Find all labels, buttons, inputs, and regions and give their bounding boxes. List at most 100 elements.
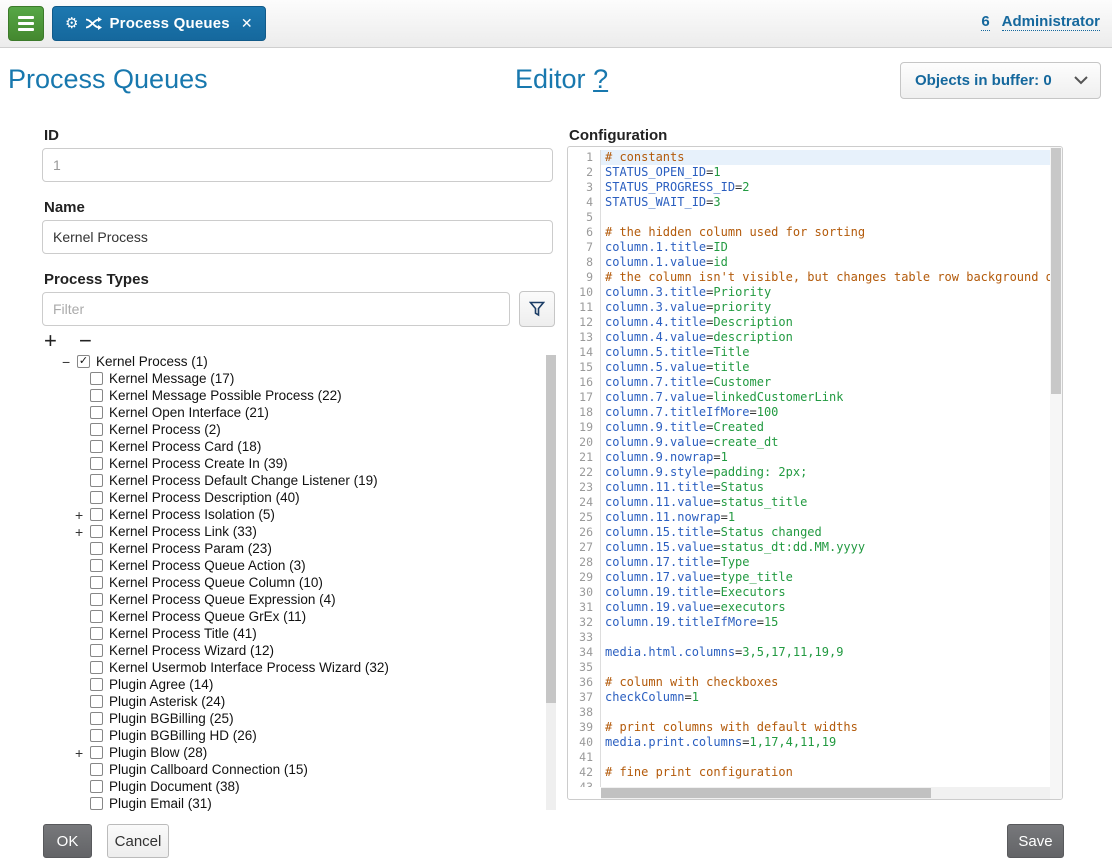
tree-item[interactable]: Kernel Process Description (40): [42, 489, 554, 506]
tree-item-checkbox[interactable]: [90, 797, 103, 810]
tree-item-checkbox[interactable]: [90, 457, 103, 470]
tab-close-icon[interactable]: ✕: [241, 15, 253, 32]
tree-item-checkbox[interactable]: [90, 508, 103, 521]
expand-icon[interactable]: +: [75, 745, 90, 761]
tree-item[interactable]: Kernel Process Param (23): [42, 540, 554, 557]
tree-item-label[interactable]: Kernel Process Create In (39): [109, 456, 288, 471]
tree-item-label[interactable]: Kernel Process (2): [109, 422, 221, 437]
code-line[interactable]: 24column.11.value=status_title: [568, 495, 1050, 510]
filter-button[interactable]: [519, 291, 555, 327]
tree-item-label[interactable]: Kernel Process Isolation (5): [109, 507, 275, 522]
user-link[interactable]: Administrator: [1002, 13, 1100, 31]
tree-item-checkbox[interactable]: [90, 406, 103, 419]
tree-item[interactable]: Plugin BGBilling (25): [42, 710, 554, 727]
tree-item[interactable]: Kernel Process Create In (39): [42, 455, 554, 472]
tree-item[interactable]: +Plugin Blow (28): [42, 744, 554, 761]
tree-item[interactable]: Kernel Process (2): [42, 421, 554, 438]
expand-all-button[interactable]: +: [44, 328, 57, 353]
tree-item[interactable]: Kernel Process Queue Column (10): [42, 574, 554, 591]
tree-item-checkbox[interactable]: [90, 423, 103, 436]
tree-item-label[interactable]: Plugin Email (31): [109, 796, 212, 811]
tree-item[interactable]: Kernel Usermob Interface Process Wizard …: [42, 659, 554, 676]
code-line[interactable]: 17column.7.value=linkedCustomerLink: [568, 390, 1050, 405]
tree-item[interactable]: Kernel Process Queue Action (3): [42, 557, 554, 574]
tree-item-checkbox[interactable]: [90, 661, 103, 674]
code-line[interactable]: 23column.11.title=Status: [568, 480, 1050, 495]
tree-item-label[interactable]: Kernel Process Queue Action (3): [109, 558, 306, 573]
configuration-code-editor[interactable]: 1# constants2STATUS_OPEN_ID=13STATUS_PRO…: [567, 146, 1063, 800]
tree-item[interactable]: Kernel Process Wizard (12): [42, 642, 554, 659]
code-line[interactable]: 36# column with checkboxes: [568, 675, 1050, 690]
notification-count-link[interactable]: 6: [981, 13, 989, 31]
tree-item-checkbox[interactable]: [90, 763, 103, 776]
tree-item-label[interactable]: Plugin BGBilling (25): [109, 711, 234, 726]
tree-item-label[interactable]: Kernel Process Title (41): [109, 626, 257, 641]
code-line[interactable]: 25column.11.nowrap=1: [568, 510, 1050, 525]
tree-item[interactable]: Kernel Process Title (41): [42, 625, 554, 642]
code-line[interactable]: 14column.5.title=Title: [568, 345, 1050, 360]
expand-icon[interactable]: +: [75, 507, 90, 523]
expand-icon[interactable]: +: [75, 524, 90, 540]
tree-item[interactable]: Kernel Process Queue Expression (4): [42, 591, 554, 608]
tree-item-label[interactable]: Kernel Process (1): [96, 354, 208, 369]
tree-item-checkbox[interactable]: [90, 627, 103, 640]
tree-item-checkbox[interactable]: [90, 542, 103, 555]
code-line[interactable]: 43: [568, 780, 1050, 787]
tree-item-label[interactable]: Kernel Process Param (23): [109, 541, 272, 556]
tree-item-label[interactable]: Kernel Process Default Change Listener (…: [109, 473, 378, 488]
tree-item[interactable]: Plugin Callboard Connection (15): [42, 761, 554, 778]
tree-item[interactable]: +Kernel Process Link (33): [42, 523, 554, 540]
tree-item[interactable]: Kernel Process Default Change Listener (…: [42, 472, 554, 489]
tree-item-checkbox[interactable]: [90, 678, 103, 691]
code-line[interactable]: 1# constants: [568, 150, 1050, 165]
tree-item-checkbox[interactable]: [90, 712, 103, 725]
code-line[interactable]: 11column.3.value=priority: [568, 300, 1050, 315]
save-button[interactable]: Save: [1007, 824, 1064, 858]
tree-item[interactable]: Plugin Email (31): [42, 795, 554, 812]
tree-item[interactable]: Plugin Document (38): [42, 778, 554, 795]
tree-item-label[interactable]: Kernel Message Possible Process (22): [109, 388, 342, 403]
code-line[interactable]: 13column.4.value=description: [568, 330, 1050, 345]
code-line[interactable]: 35: [568, 660, 1050, 675]
tree-item-label[interactable]: Plugin Document (38): [109, 779, 240, 794]
tree-item-label[interactable]: Kernel Message (17): [109, 371, 234, 386]
tree-item[interactable]: Kernel Process Queue GrEx (11): [42, 608, 554, 625]
tree-item-checkbox[interactable]: [90, 644, 103, 657]
tree-item-checkbox[interactable]: [90, 440, 103, 453]
tree-item-checkbox[interactable]: [90, 491, 103, 504]
code-line[interactable]: 26column.15.title=Status changed: [568, 525, 1050, 540]
tree-item[interactable]: Kernel Process Card (18): [42, 438, 554, 455]
code-line[interactable]: 19column.9.title=Created: [568, 420, 1050, 435]
tree-item-checkbox[interactable]: [90, 695, 103, 708]
tree-item-label[interactable]: Kernel Usermob Interface Process Wizard …: [109, 660, 389, 675]
code-line[interactable]: 2STATUS_OPEN_ID=1: [568, 165, 1050, 180]
code-line[interactable]: 28column.17.title=Type: [568, 555, 1050, 570]
code-line[interactable]: 5: [568, 210, 1050, 225]
code-line[interactable]: 9# the column isn't visible, but changes…: [568, 270, 1050, 285]
tree-item[interactable]: Plugin BGBilling HD (26): [42, 727, 554, 744]
tree-item[interactable]: −✓ Kernel Process (1): [42, 353, 554, 370]
collapse-all-button[interactable]: −: [79, 328, 92, 353]
cancel-button[interactable]: Cancel: [107, 824, 169, 858]
tree-item-checkbox[interactable]: ✓: [77, 355, 90, 368]
code-line[interactable]: 18column.7.titleIfMore=100: [568, 405, 1050, 420]
code-line[interactable]: 10column.3.title=Priority: [568, 285, 1050, 300]
tree-item-checkbox[interactable]: [90, 610, 103, 623]
tree-item-label[interactable]: Kernel Process Wizard (12): [109, 643, 274, 658]
hamburger-menu-button[interactable]: [8, 6, 44, 41]
editor-vertical-scrollbar[interactable]: [1050, 147, 1062, 799]
tree-item[interactable]: Plugin Asterisk (24): [42, 693, 554, 710]
ok-button[interactable]: OK: [43, 824, 92, 858]
tree-item-checkbox[interactable]: [90, 559, 103, 572]
tree-scrollbar[interactable]: [546, 355, 556, 810]
code-line[interactable]: 30column.19.title=Executors: [568, 585, 1050, 600]
code-line[interactable]: 38: [568, 705, 1050, 720]
code-line[interactable]: 39# print columns with default widths: [568, 720, 1050, 735]
tree-item-label[interactable]: Kernel Process Queue Expression (4): [109, 592, 336, 607]
code-line[interactable]: 29column.17.value=type_title: [568, 570, 1050, 585]
tree-item-checkbox[interactable]: [90, 593, 103, 606]
code-line[interactable]: 27column.15.value=status_dt:dd.MM.yyyy: [568, 540, 1050, 555]
filter-input[interactable]: [42, 292, 510, 326]
collapse-icon[interactable]: −: [62, 354, 77, 370]
help-link[interactable]: ?: [593, 64, 608, 94]
